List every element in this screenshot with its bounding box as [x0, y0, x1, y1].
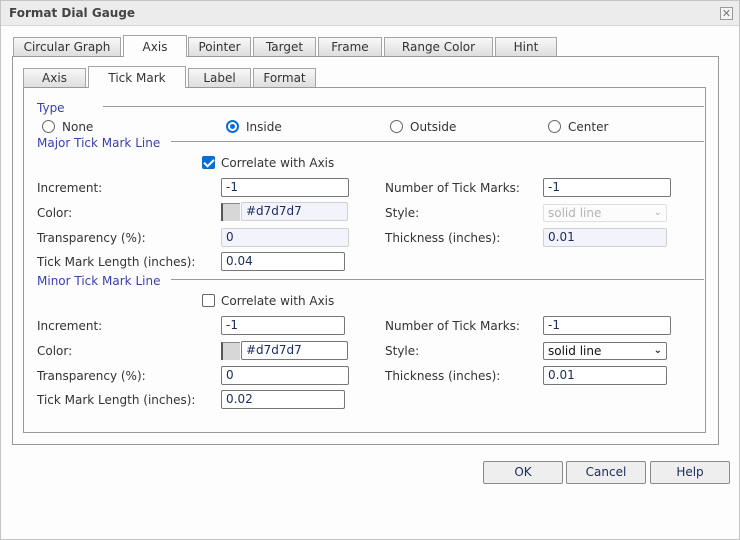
subtab-tick-mark[interactable]: Tick Mark [88, 66, 186, 88]
minor-correlate-label: Correlate with Axis [221, 294, 335, 308]
minor-length-input[interactable]: 0.02 [221, 390, 345, 409]
major-thickness-input[interactable]: 0.01 [543, 228, 667, 247]
tab-frame[interactable]: Frame [318, 37, 382, 57]
dialog-title: Format Dial Gauge [9, 6, 136, 20]
minor-thickness-label: Thickness (inches): [385, 369, 501, 383]
tab-pointer[interactable]: Pointer [188, 37, 251, 57]
minor-style-label: Style: [385, 344, 420, 358]
close-icon: ✕ [721, 7, 732, 20]
minor-num-ticks-label: Number of Tick Marks: [385, 319, 520, 333]
type-divider [103, 106, 704, 107]
close-button[interactable]: ✕ [720, 7, 733, 20]
major-color-swatch[interactable] [221, 203, 240, 221]
radio-inside[interactable] [226, 120, 239, 133]
major-length-label: Tick Mark Length (inches): [37, 255, 196, 269]
major-length-input[interactable]: 0.04 [221, 252, 345, 271]
minor-thickness-input[interactable]: 0.01 [543, 366, 667, 385]
minor-section-title: Minor Tick Mark Line [37, 274, 161, 288]
subtab-axis[interactable]: Axis [23, 68, 86, 88]
minor-color-label: Color: [37, 344, 73, 358]
tab-circular-graph[interactable]: Circular Graph [13, 37, 121, 57]
major-style-label: Style: [385, 206, 420, 220]
major-correlate-label: Correlate with Axis [221, 156, 335, 170]
minor-style-select[interactable]: solid line ⌄ [543, 342, 667, 360]
major-num-ticks-input[interactable]: -1 [543, 178, 671, 197]
radio-none[interactable] [42, 120, 55, 133]
cancel-button[interactable]: Cancel [566, 461, 646, 484]
major-increment-input[interactable]: -1 [221, 178, 349, 197]
type-section-title: Type [37, 101, 65, 115]
major-num-ticks-label: Number of Tick Marks: [385, 181, 520, 195]
major-thickness-label: Thickness (inches): [385, 231, 501, 245]
tab-axis[interactable]: Axis [123, 35, 187, 57]
subtab-format[interactable]: Format [253, 68, 316, 88]
major-correlate-checkbox[interactable] [202, 156, 215, 169]
major-color-label: Color: [37, 206, 73, 220]
radio-center[interactable] [548, 120, 561, 133]
minor-transparency-input[interactable]: 0 [221, 366, 349, 385]
ok-button[interactable]: OK [483, 461, 563, 484]
minor-correlate-checkbox[interactable] [202, 294, 215, 307]
minor-increment-input[interactable]: -1 [221, 316, 345, 335]
tab-hint[interactable]: Hint [495, 37, 557, 57]
major-style-value: solid line [548, 206, 602, 220]
major-increment-label: Increment: [37, 181, 103, 195]
title-bar[interactable]: Format Dial Gauge ✕ [1, 1, 739, 26]
major-style-select[interactable]: solid line ⌄ [543, 204, 667, 222]
chevron-down-icon: ⌄ [653, 207, 662, 218]
minor-divider [171, 279, 704, 280]
radio-outside-label: Outside [410, 120, 457, 134]
minor-color-input[interactable]: #d7d7d7 [241, 341, 348, 360]
major-section-title: Major Tick Mark Line [37, 136, 161, 150]
chevron-down-icon: ⌄ [653, 345, 662, 356]
major-transparency-input[interactable]: 0 [221, 228, 349, 247]
help-button[interactable]: Help [650, 461, 730, 484]
minor-color-swatch[interactable] [221, 342, 240, 360]
radio-center-label: Center [568, 120, 609, 134]
tab-target[interactable]: Target [253, 37, 316, 57]
tab-range-color[interactable]: Range Color [384, 37, 493, 57]
major-color-input[interactable]: #d7d7d7 [241, 202, 348, 221]
minor-num-ticks-input[interactable]: -1 [543, 316, 671, 335]
minor-increment-label: Increment: [37, 319, 103, 333]
subtab-label[interactable]: Label [188, 68, 251, 88]
radio-none-label: None [62, 120, 94, 134]
radio-outside[interactable] [390, 120, 403, 133]
radio-inside-label: Inside [246, 120, 282, 134]
minor-style-value: solid line [548, 344, 602, 358]
major-transparency-label: Transparency (%): [37, 231, 146, 245]
minor-length-label: Tick Mark Length (inches): [37, 393, 196, 407]
minor-transparency-label: Transparency (%): [37, 369, 146, 383]
major-divider [171, 141, 704, 142]
format-dial-gauge-dialog: Format Dial Gauge ✕ Circular Graph Axis … [0, 0, 740, 540]
